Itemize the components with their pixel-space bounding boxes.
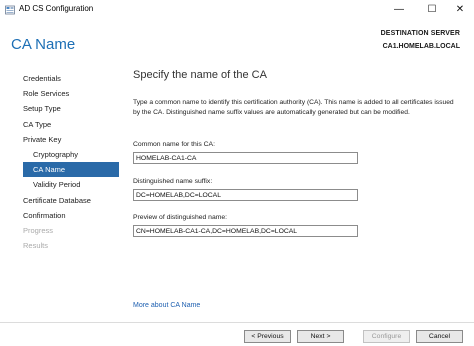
previous-button[interactable]: < Previous [244, 330, 291, 343]
nav-item-ca-name[interactable]: CA Name [23, 162, 119, 178]
nav-item-credentials[interactable]: Credentials [23, 71, 119, 86]
nav-item-certificate-database[interactable]: Certificate Database [23, 193, 119, 208]
nav-item-results: Results [23, 241, 49, 251]
nav-item-setup-type[interactable]: Setup Type [23, 101, 119, 116]
nav-item-validity-period[interactable]: Validity Period [23, 177, 119, 192]
dn-suffix-label: Distinguished name suffix: [133, 178, 213, 185]
close-button[interactable]: ✕ [447, 2, 473, 18]
destination-server-label: DESTINATION SERVER [380, 30, 460, 37]
nav-item-cryptography[interactable]: Cryptography [23, 147, 119, 162]
dn-suffix-input[interactable]: DC=HOMELAB,DC=LOCAL [133, 189, 358, 201]
more-about-ca-name-link[interactable]: More about CA Name [133, 302, 200, 309]
common-name-label: Common name for this CA: [133, 141, 215, 148]
server-manager-icon [5, 5, 15, 15]
wizard-nav: Credentials Role Services Setup Type CA … [23, 71, 119, 253]
nav-item-role-services[interactable]: Role Services [23, 86, 119, 101]
nav-item-private-key[interactable]: Private Key [23, 132, 119, 147]
minimize-button[interactable]: — [386, 2, 412, 18]
maximize-button[interactable]: ☐ [419, 2, 445, 18]
common-name-input[interactable]: HOMELAB-CA1-CA [133, 152, 358, 164]
dn-preview-label: Preview of distinguished name: [133, 214, 228, 221]
dn-preview-field: CN=HOMELAB-CA1-CA,DC=HOMELAB,DC=LOCAL [133, 225, 358, 237]
nav-item-progress: Progress [23, 225, 54, 235]
window-title: AD CS Configuration [19, 4, 94, 13]
cancel-button[interactable]: Cancel [416, 330, 463, 343]
nav-item-confirmation[interactable]: Confirmation [23, 208, 119, 223]
nav-item-ca-type[interactable]: CA Type [23, 117, 119, 132]
section-heading: Specify the name of the CA [133, 69, 267, 81]
configure-button: Configure [363, 330, 410, 343]
destination-server-value: CA1.HOMELAB.LOCAL [382, 43, 460, 50]
title-bar: AD CS Configuration — ☐ ✕ [0, 0, 474, 20]
description-text: Type a common name to identify this cert… [133, 99, 454, 116]
footer-divider [0, 322, 474, 323]
page-title: CA Name [11, 36, 76, 53]
next-button[interactable]: Next > [297, 330, 344, 343]
